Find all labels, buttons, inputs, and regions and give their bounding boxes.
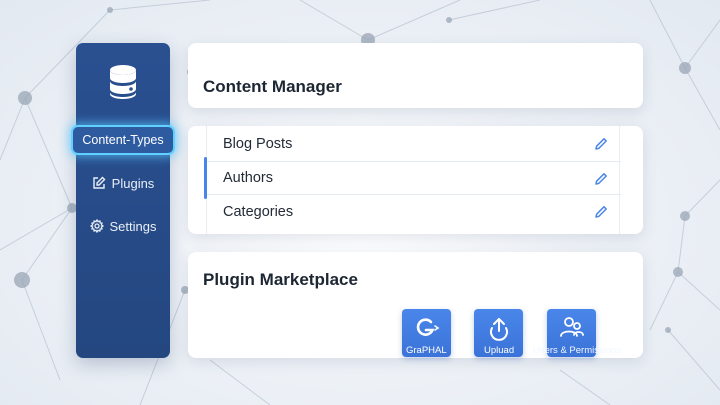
pencil-icon[interactable]	[593, 204, 609, 220]
pencil-icon[interactable]	[593, 136, 609, 152]
sidebar: Content-Types Plugins Settings	[71, 43, 175, 358]
content-manager-header-card: Content Manager	[188, 43, 643, 108]
plugin-label: Upluad	[484, 345, 515, 356]
list-item-label: Categories	[223, 204, 294, 220]
nav-item-label: Settings	[109, 218, 157, 234]
database-icon	[110, 65, 136, 99]
gear-icon	[89, 219, 104, 233]
page-title: Content Manager	[203, 77, 342, 96]
pencil-icon[interactable]	[593, 171, 609, 187]
nav-item-settings[interactable]: Settings	[76, 215, 170, 237]
nav-item-label: Plugins	[111, 175, 155, 191]
users-icon	[560, 317, 584, 337]
list-item-authors[interactable]: Authors	[207, 161, 621, 195]
list-item-blog-posts[interactable]: Blog Posts	[207, 127, 621, 161]
edit-square-icon	[92, 176, 106, 189]
content-type-list: Blog Posts Authors Categories	[206, 126, 621, 234]
selected-row-indicator	[204, 157, 207, 199]
graphql-g-icon	[416, 318, 440, 336]
plugin-label: GraPHAL	[406, 345, 447, 356]
section-title: Plugin Marketplace	[203, 270, 358, 289]
plugin-label: Users & Permissions	[533, 345, 622, 356]
list-item-label: Blog Posts	[223, 136, 293, 152]
list-item-label: Authors	[223, 170, 273, 186]
list-item-categories[interactable]: Categories	[207, 195, 621, 229]
nav-item-label: Content-Types	[82, 133, 164, 147]
nav-item-plugins[interactable]: Plugins	[76, 172, 170, 194]
upload-icon	[490, 318, 508, 341]
content-type-list-card: Blog Posts Authors Categories	[188, 126, 643, 234]
nav-item-content-types[interactable]: Content-Types	[71, 125, 175, 155]
